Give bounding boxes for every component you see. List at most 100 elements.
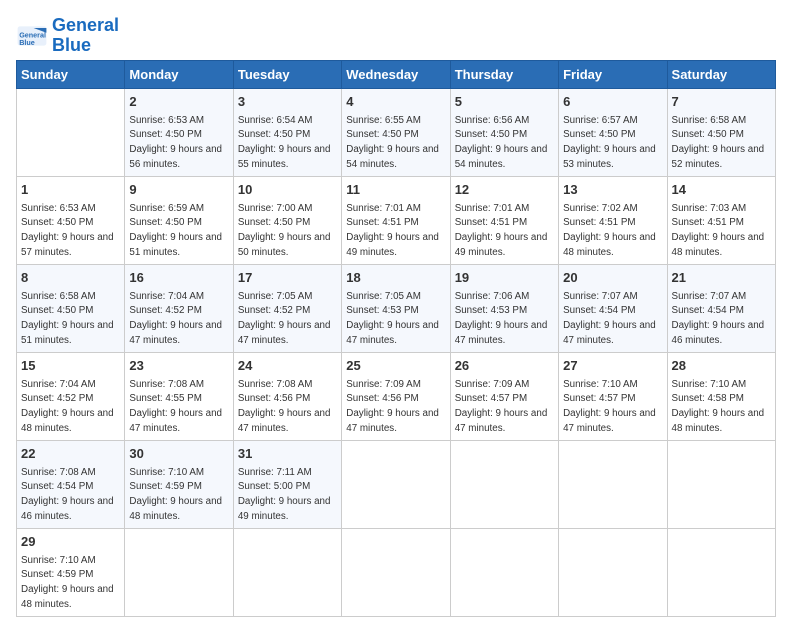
day-number: 16 [129, 269, 228, 287]
day-number: 25 [346, 357, 445, 375]
day-info: Sunrise: 7:07 AMSunset: 4:54 PMDaylight:… [563, 291, 656, 346]
day-cell [233, 528, 341, 616]
day-cell: 6 Sunrise: 6:57 AMSunset: 4:50 PMDayligh… [559, 88, 667, 176]
day-number: 27 [563, 357, 662, 375]
day-cell: 16 Sunrise: 7:04 AMSunset: 4:52 PMDaylig… [125, 264, 233, 352]
day-number: 14 [672, 181, 771, 199]
day-info: Sunrise: 7:08 AMSunset: 4:54 PMDaylight:… [21, 467, 114, 522]
day-cell [342, 528, 450, 616]
day-cell [559, 440, 667, 528]
day-number: 7 [672, 93, 771, 111]
day-cell: 11 Sunrise: 7:01 AMSunset: 4:51 PMDaylig… [342, 176, 450, 264]
logo-icon: General Blue [16, 20, 48, 52]
day-number: 28 [672, 357, 771, 375]
day-info: Sunrise: 6:57 AMSunset: 4:50 PMDaylight:… [563, 115, 656, 170]
day-info: Sunrise: 7:02 AMSunset: 4:51 PMDaylight:… [563, 203, 656, 258]
week-row-2: 1 Sunrise: 6:53 AMSunset: 4:50 PMDayligh… [17, 176, 776, 264]
day-number: 21 [672, 269, 771, 287]
day-info: Sunrise: 7:01 AMSunset: 4:51 PMDaylight:… [455, 203, 548, 258]
day-number: 29 [21, 533, 120, 551]
day-cell: 19 Sunrise: 7:06 AMSunset: 4:53 PMDaylig… [450, 264, 558, 352]
header: General Blue General Blue [16, 16, 776, 56]
day-cell: 9 Sunrise: 6:59 AMSunset: 4:50 PMDayligh… [125, 176, 233, 264]
day-number: 31 [238, 445, 337, 463]
day-cell: 26 Sunrise: 7:09 AMSunset: 4:57 PMDaylig… [450, 352, 558, 440]
day-cell: 2 Sunrise: 6:53 AMSunset: 4:50 PMDayligh… [125, 88, 233, 176]
week-row-5: 22 Sunrise: 7:08 AMSunset: 4:54 PMDaylig… [17, 440, 776, 528]
day-cell: 21 Sunrise: 7:07 AMSunset: 4:54 PMDaylig… [667, 264, 775, 352]
day-info: Sunrise: 6:58 AMSunset: 4:50 PMDaylight:… [672, 115, 765, 170]
week-row-1: 2 Sunrise: 6:53 AMSunset: 4:50 PMDayligh… [17, 88, 776, 176]
day-number: 1 [21, 181, 120, 199]
day-number: 30 [129, 445, 228, 463]
day-info: Sunrise: 7:10 AMSunset: 4:58 PMDaylight:… [672, 379, 765, 434]
logo: General Blue General Blue [16, 16, 119, 56]
header-tuesday: Tuesday [233, 60, 341, 88]
day-cell: 24 Sunrise: 7:08 AMSunset: 4:56 PMDaylig… [233, 352, 341, 440]
day-number: 23 [129, 357, 228, 375]
day-cell [667, 528, 775, 616]
day-cell [667, 440, 775, 528]
day-number: 10 [238, 181, 337, 199]
day-number: 9 [129, 181, 228, 199]
day-info: Sunrise: 7:10 AMSunset: 4:59 PMDaylight:… [129, 467, 222, 522]
header-wednesday: Wednesday [342, 60, 450, 88]
day-number: 11 [346, 181, 445, 199]
header-friday: Friday [559, 60, 667, 88]
day-cell: 17 Sunrise: 7:05 AMSunset: 4:52 PMDaylig… [233, 264, 341, 352]
day-number: 6 [563, 93, 662, 111]
header-thursday: Thursday [450, 60, 558, 88]
day-cell: 15 Sunrise: 7:04 AMSunset: 4:52 PMDaylig… [17, 352, 125, 440]
day-info: Sunrise: 6:56 AMSunset: 4:50 PMDaylight:… [455, 115, 548, 170]
day-cell: 8 Sunrise: 6:58 AMSunset: 4:50 PMDayligh… [17, 264, 125, 352]
day-info: Sunrise: 7:08 AMSunset: 4:56 PMDaylight:… [238, 379, 331, 434]
day-number: 8 [21, 269, 120, 287]
day-info: Sunrise: 7:06 AMSunset: 4:53 PMDaylight:… [455, 291, 548, 346]
day-cell: 30 Sunrise: 7:10 AMSunset: 4:59 PMDaylig… [125, 440, 233, 528]
header-monday: Monday [125, 60, 233, 88]
week-row-3: 8 Sunrise: 6:58 AMSunset: 4:50 PMDayligh… [17, 264, 776, 352]
day-info: Sunrise: 7:07 AMSunset: 4:54 PMDaylight:… [672, 291, 765, 346]
day-number: 26 [455, 357, 554, 375]
day-number: 3 [238, 93, 337, 111]
day-cell: 23 Sunrise: 7:08 AMSunset: 4:55 PMDaylig… [125, 352, 233, 440]
day-cell: 22 Sunrise: 7:08 AMSunset: 4:54 PMDaylig… [17, 440, 125, 528]
day-cell: 13 Sunrise: 7:02 AMSunset: 4:51 PMDaylig… [559, 176, 667, 264]
day-info: Sunrise: 7:11 AMSunset: 5:00 PMDaylight:… [238, 467, 331, 522]
day-cell [450, 528, 558, 616]
day-number: 12 [455, 181, 554, 199]
day-cell: 28 Sunrise: 7:10 AMSunset: 4:58 PMDaylig… [667, 352, 775, 440]
day-info: Sunrise: 6:58 AMSunset: 4:50 PMDaylight:… [21, 291, 114, 346]
day-cell [17, 88, 125, 176]
day-number: 18 [346, 269, 445, 287]
day-cell: 10 Sunrise: 7:00 AMSunset: 4:50 PMDaylig… [233, 176, 341, 264]
day-info: Sunrise: 7:05 AMSunset: 4:53 PMDaylight:… [346, 291, 439, 346]
day-cell [450, 440, 558, 528]
day-number: 13 [563, 181, 662, 199]
week-row-4: 15 Sunrise: 7:04 AMSunset: 4:52 PMDaylig… [17, 352, 776, 440]
day-info: Sunrise: 7:10 AMSunset: 4:57 PMDaylight:… [563, 379, 656, 434]
day-info: Sunrise: 6:59 AMSunset: 4:50 PMDaylight:… [129, 203, 222, 258]
day-cell: 5 Sunrise: 6:56 AMSunset: 4:50 PMDayligh… [450, 88, 558, 176]
day-info: Sunrise: 7:08 AMSunset: 4:55 PMDaylight:… [129, 379, 222, 434]
day-info: Sunrise: 7:09 AMSunset: 4:56 PMDaylight:… [346, 379, 439, 434]
header-saturday: Saturday [667, 60, 775, 88]
week-row-6: 29 Sunrise: 7:10 AMSunset: 4:59 PMDaylig… [17, 528, 776, 616]
day-info: Sunrise: 6:55 AMSunset: 4:50 PMDaylight:… [346, 115, 439, 170]
calendar-table: SundayMondayTuesdayWednesdayThursdayFrid… [16, 60, 776, 617]
day-number: 15 [21, 357, 120, 375]
day-cell: 27 Sunrise: 7:10 AMSunset: 4:57 PMDaylig… [559, 352, 667, 440]
day-cell: 29 Sunrise: 7:10 AMSunset: 4:59 PMDaylig… [17, 528, 125, 616]
day-number: 24 [238, 357, 337, 375]
calendar-header-row: SundayMondayTuesdayWednesdayThursdayFrid… [17, 60, 776, 88]
day-info: Sunrise: 7:03 AMSunset: 4:51 PMDaylight:… [672, 203, 765, 258]
day-info: Sunrise: 7:04 AMSunset: 4:52 PMDaylight:… [129, 291, 222, 346]
day-number: 17 [238, 269, 337, 287]
day-cell: 31 Sunrise: 7:11 AMSunset: 5:00 PMDaylig… [233, 440, 341, 528]
day-cell: 25 Sunrise: 7:09 AMSunset: 4:56 PMDaylig… [342, 352, 450, 440]
day-cell [342, 440, 450, 528]
logo-text: General Blue [52, 16, 119, 56]
day-number: 4 [346, 93, 445, 111]
svg-text:Blue: Blue [19, 38, 35, 47]
header-sunday: Sunday [17, 60, 125, 88]
